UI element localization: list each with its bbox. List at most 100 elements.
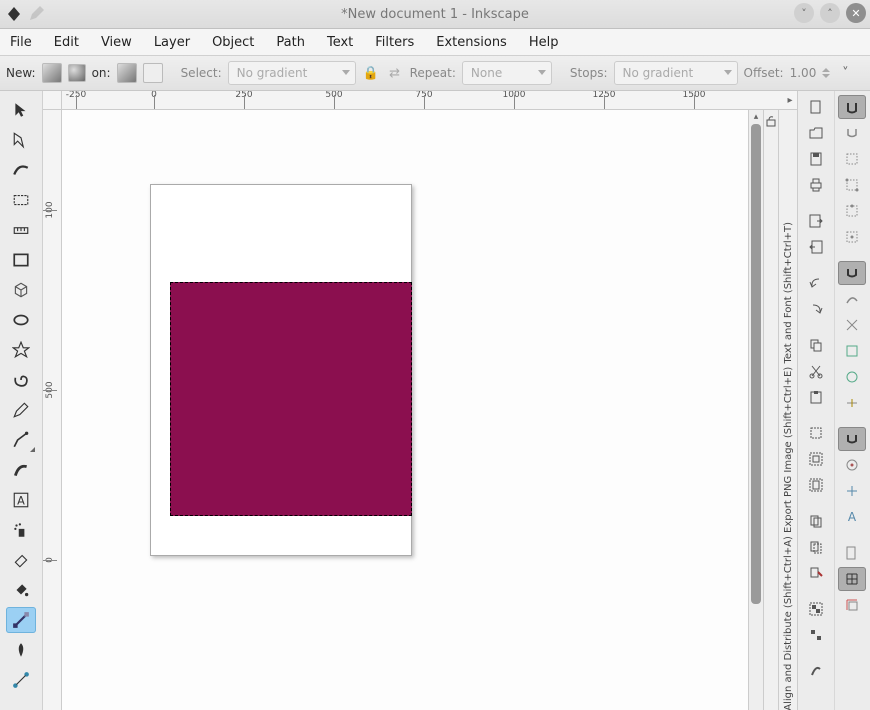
dropper-tool[interactable]	[6, 637, 36, 663]
maximize-button[interactable]: ˄	[820, 3, 840, 23]
star-tool[interactable]	[6, 337, 36, 363]
snap-bbox-center-button[interactable]	[838, 225, 866, 249]
snap-path-intersect-button[interactable]	[838, 313, 866, 337]
paint-bucket-tool[interactable]	[6, 577, 36, 603]
menu-view[interactable]: View	[97, 32, 136, 53]
node-tool[interactable]	[6, 127, 36, 153]
menu-object[interactable]: Object	[208, 32, 258, 53]
redo-button[interactable]	[802, 297, 830, 321]
menu-text[interactable]: Text	[323, 32, 357, 53]
calligraphy-tool[interactable]	[6, 457, 36, 483]
scrollbar-thumb[interactable]	[751, 124, 761, 604]
stops-combo[interactable]: No gradient	[614, 61, 738, 85]
repeat-combo[interactable]: None	[462, 61, 552, 85]
snap-others-button[interactable]	[838, 427, 866, 451]
repeat-value: None	[471, 66, 502, 80]
snap-line-midpoint-button[interactable]	[838, 391, 866, 415]
zoom-tool[interactable]	[6, 187, 36, 213]
rectangle-tool[interactable]	[6, 247, 36, 273]
tweak-tool[interactable]	[6, 157, 36, 183]
box3d-tool[interactable]	[6, 277, 36, 303]
on-stroke-swatch[interactable]	[143, 63, 163, 83]
snap-path-button[interactable]	[838, 287, 866, 311]
ungroup-button[interactable]	[802, 623, 830, 647]
snap-bbox-button[interactable]	[838, 121, 866, 145]
fill-stroke-button[interactable]	[802, 659, 830, 683]
menu-edit[interactable]: Edit	[50, 32, 83, 53]
export-button[interactable]	[802, 235, 830, 259]
dock-lock-icon[interactable]	[763, 110, 778, 710]
selector-tool[interactable]	[6, 97, 36, 123]
snap-grid-button[interactable]	[838, 567, 866, 591]
zoom-page-button[interactable]	[802, 473, 830, 497]
pencil-icon	[28, 6, 44, 22]
canvas[interactable]	[62, 110, 748, 710]
minimize-button[interactable]: ˅	[794, 3, 814, 23]
linear-gradient-swatch[interactable]	[42, 63, 62, 83]
eraser-tool[interactable]	[6, 547, 36, 573]
rectangle-shape[interactable]	[170, 282, 412, 516]
gradient-tool[interactable]	[6, 607, 36, 633]
ruler-arrow-icon[interactable]: ▸	[783, 91, 797, 110]
menubar: File Edit View Layer Object Path Text Fi…	[0, 29, 870, 56]
dock-tabs[interactable]: Align and Distribute (Shift+Ctrl+A) Expo…	[778, 110, 797, 710]
snap-bbox-corner-button[interactable]	[838, 173, 866, 197]
text-tool[interactable]: A	[6, 487, 36, 513]
snap-page-border-button[interactable]	[838, 541, 866, 565]
cut-button[interactable]	[802, 359, 830, 383]
copy-button[interactable]	[802, 333, 830, 357]
snap-bbox-edge-button[interactable]	[838, 147, 866, 171]
snap-object-center-button[interactable]	[838, 453, 866, 477]
ellipse-tool[interactable]	[6, 307, 36, 333]
new-document-button[interactable]	[802, 95, 830, 119]
select-gradient-combo[interactable]: No gradient	[228, 61, 356, 85]
menu-path[interactable]: Path	[272, 32, 309, 53]
menu-filters[interactable]: Filters	[371, 32, 418, 53]
open-button[interactable]	[802, 121, 830, 145]
lock-icon[interactable]: 🔒	[362, 64, 380, 82]
print-button[interactable]	[802, 173, 830, 197]
snap-cusp-button[interactable]	[838, 339, 866, 363]
tool-options-bar: New: on: Select: No gradient 🔒 ⇄ Repeat:…	[0, 56, 870, 91]
reverse-icon[interactable]: ⇄	[386, 64, 404, 82]
snap-rotation-center-button[interactable]	[838, 479, 866, 503]
radial-gradient-swatch[interactable]	[68, 64, 86, 82]
snap-enable-button[interactable]	[838, 95, 866, 119]
import-button[interactable]	[802, 209, 830, 233]
zoom-drawing-button[interactable]	[802, 447, 830, 471]
menu-file[interactable]: File	[6, 32, 36, 53]
connector-tool[interactable]	[6, 667, 36, 693]
snap-smooth-button[interactable]	[838, 365, 866, 389]
spray-tool[interactable]	[6, 517, 36, 543]
snap-guide-button[interactable]	[838, 593, 866, 617]
clone-button[interactable]	[802, 535, 830, 559]
vertical-ruler[interactable]: 100 500 0	[43, 110, 62, 710]
menu-layer[interactable]: Layer	[150, 32, 194, 53]
on-fill-swatch[interactable]	[117, 63, 137, 83]
snap-bbox-midpoint-button[interactable]	[838, 199, 866, 223]
label-offset: Offset:	[744, 66, 784, 80]
close-button[interactable]: ✕	[846, 3, 866, 23]
spiral-tool[interactable]	[6, 367, 36, 393]
unlink-clone-button[interactable]	[802, 561, 830, 585]
stops-value: No gradient	[623, 66, 694, 80]
menu-help[interactable]: Help	[525, 32, 563, 53]
zoom-selection-button[interactable]	[802, 421, 830, 445]
offset-spinner[interactable]	[822, 62, 830, 84]
bezier-tool[interactable]	[6, 427, 36, 453]
group-button[interactable]	[802, 597, 830, 621]
undo-button[interactable]	[802, 271, 830, 295]
measure-tool[interactable]	[6, 217, 36, 243]
duplicate-button[interactable]	[802, 509, 830, 533]
horizontal-ruler[interactable]: -250 0 250 500 750 1000 1250 1500	[62, 91, 783, 110]
chevron-down-icon[interactable]: ˅	[836, 64, 854, 82]
vertical-scrollbar[interactable]: ▴	[748, 110, 763, 710]
paste-button[interactable]	[802, 385, 830, 409]
titlebar: *New document 1 - Inkscape ˅ ˄ ✕	[0, 0, 870, 29]
pencil-tool[interactable]	[6, 397, 36, 423]
snap-nodes-button[interactable]	[838, 261, 866, 285]
snap-text-baseline-button[interactable]: A	[838, 505, 866, 529]
toolbox: A	[0, 91, 43, 710]
menu-extensions[interactable]: Extensions	[432, 32, 511, 53]
save-button[interactable]	[802, 147, 830, 171]
